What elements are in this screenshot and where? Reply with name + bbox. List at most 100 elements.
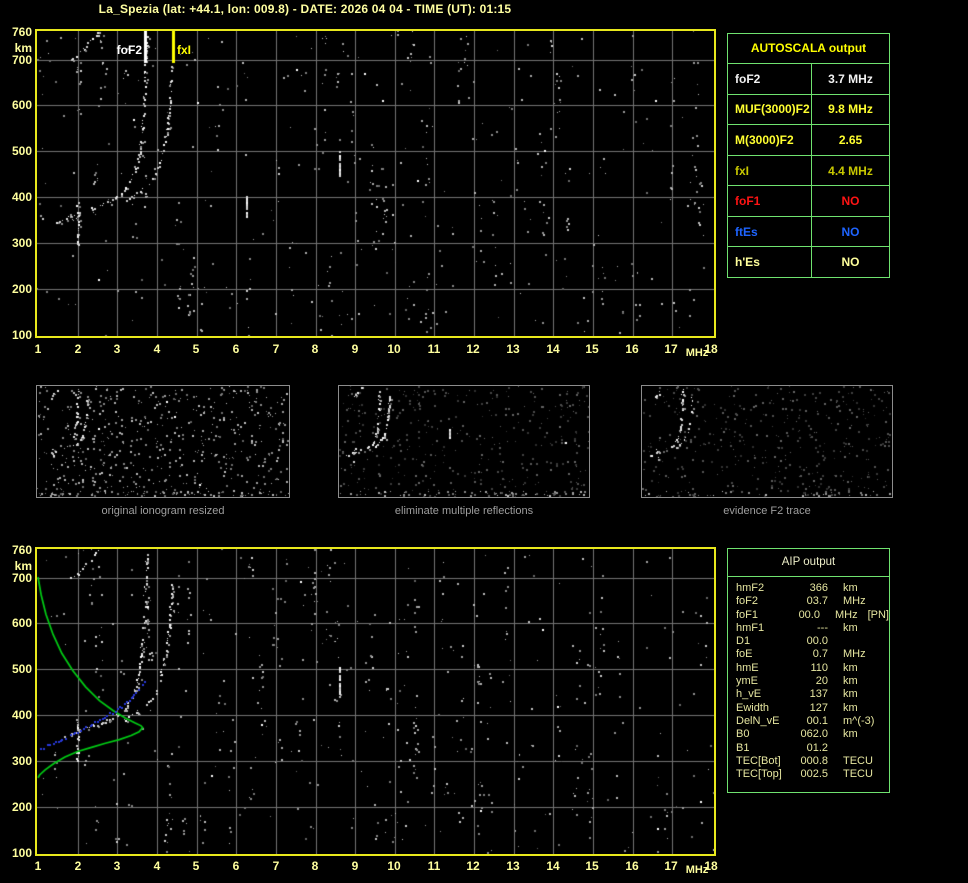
aip-label-hmF2: hmF2	[736, 582, 765, 594]
thumbnail-caption-1: original ionogram resized	[101, 505, 225, 517]
top-y-tick-500: 500	[11, 144, 32, 158]
aip-value-TEC[Bot]: 000.8	[800, 754, 828, 767]
aip-label-TEC[Bot]: TEC[Bot]	[736, 754, 781, 767]
bottom-ionogram-plot	[35, 547, 716, 856]
aip-label-hmE: hmE	[736, 661, 759, 674]
top-y-tick-700: 700	[11, 53, 32, 67]
bottom-y-tick-500: 500	[11, 662, 32, 676]
aip-label-B1: B1	[736, 741, 750, 754]
bottom-x-tick-14: 14	[546, 859, 560, 873]
bottom-x-axis-unit-label: MHz	[685, 864, 709, 876]
thumbnail-original-canvas	[37, 386, 289, 497]
aip-extra-foF1: [PN]	[867, 608, 889, 621]
autoscala-value-ftEs: NO	[841, 224, 860, 239]
top-ionogram-plot	[35, 29, 716, 338]
thumbnail-original-ionogram	[36, 385, 290, 498]
bottom-y-tick-700: 700	[11, 571, 32, 585]
top-y-axis-unit-label: km	[14, 41, 32, 55]
aip-value-ymE: 20	[815, 675, 828, 688]
bottom-y-tick-200: 200	[11, 800, 32, 814]
bottom-y-axis-unit-label: km	[14, 559, 32, 573]
aip-row-foE: foE 0.7 MHz	[728, 648, 889, 661]
aip-unit-TEC[Top]: TECU	[843, 768, 873, 781]
aip-unit-foF1: MHz	[834, 608, 858, 621]
autoscala-value-fxI: 4.4 MHz	[828, 163, 873, 178]
top-x-tick-12: 12	[466, 342, 480, 356]
bottom-y-tick-300: 300	[11, 754, 32, 768]
aip-label-D1: D1	[736, 635, 751, 648]
aip-label-B0: B0	[736, 728, 750, 741]
autoscala-value-foF2: 3.7 MHz	[828, 71, 873, 86]
aip-table-header: AIP output	[728, 549, 889, 577]
aip-row-ymE: ymE 20 km	[728, 675, 889, 688]
aip-value-hmF1: ---	[817, 621, 828, 634]
bottom-x-tick-10: 10	[387, 859, 401, 873]
thumbnail-eliminate-reflections	[338, 385, 590, 498]
top-y-tick-600: 600	[11, 98, 32, 112]
bottom-x-tick-15: 15	[585, 859, 599, 873]
autoscala-row-M(3000)F2: M(3000)F2 2.65	[728, 125, 889, 156]
aip-row-TEC[Bot]: TEC[Bot] 000.8 TECU	[728, 755, 889, 768]
autoscala-row-fxI: fxI 4.4 MHz	[728, 155, 889, 187]
autoscala-row-ftEs: ftEs NO	[728, 216, 889, 248]
bottom-x-tick-16: 16	[625, 859, 639, 873]
autoscala-label-foF1: foF1	[728, 186, 812, 216]
bottom-x-tick-11: 11	[427, 859, 441, 873]
top-x-tick-9: 9	[351, 342, 359, 356]
aip-value-Ewidth: 127	[809, 701, 828, 714]
aip-value-B1: 01.2	[806, 741, 828, 754]
autoscala-value-h'Es: NO	[841, 255, 860, 270]
aip-row-h_vE: h_vE 137 km	[728, 688, 889, 701]
autoscala-value-MUF(3000)F2: 9.8 MHz	[828, 102, 873, 117]
page-title: La_Spezia (lat: +44.1, lon: 009.8) - DAT…	[98, 2, 512, 16]
autoscala-label-fxI: fxI	[728, 155, 812, 186]
thumbnail-eliminate-canvas	[339, 386, 589, 497]
bottom-x-tick-2: 2	[74, 859, 82, 873]
top-x-tick-5: 5	[192, 342, 200, 356]
autoscala-output-table: AUTOSCALA output foF2 3.7 MHz MUF(3000)F2 9…	[727, 33, 890, 278]
top-x-tick-14: 14	[546, 342, 560, 356]
top-x-tick-15: 15	[585, 342, 599, 356]
aip-unit-B0: km	[843, 728, 858, 741]
bottom-x-tick-8: 8	[311, 859, 319, 873]
top-x-tick-17: 17	[664, 342, 678, 356]
top-x-tick-7: 7	[272, 342, 280, 356]
bottom-x-tick-9: 9	[351, 859, 359, 873]
top-y-tick-100: 100	[11, 328, 32, 342]
top-x-tick-1: 1	[34, 342, 42, 356]
bottom-x-tick-7: 7	[272, 859, 280, 873]
bottom-x-tick-3: 3	[113, 859, 121, 873]
aip-table-body: hmF2 366 km foF2 03.7 MHz foF1 00.0 MHz [PN] hmF1-…	[728, 577, 889, 781]
aip-unit-hmE: km	[843, 661, 858, 674]
top-x-tick-10: 10	[387, 342, 401, 356]
top-x-tick-13: 13	[506, 342, 520, 356]
aip-value-D1: 00.0	[806, 635, 828, 648]
autoscala-row-h'Es: h'Es NO	[728, 247, 889, 278]
aip-unit-Ewidth: km	[843, 701, 858, 714]
bottom-x-tick-5: 5	[192, 859, 200, 873]
autoscala-row-foF1: foF1 NO	[728, 186, 889, 217]
top-x-tick-2: 2	[74, 342, 82, 356]
aip-unit-ymE: km	[843, 675, 858, 688]
aip-row-hmE: hmE 110 km	[728, 662, 889, 675]
aip-unit-TEC[Bot]: TECU	[843, 754, 873, 767]
top-x-tick-4: 4	[153, 342, 161, 356]
aip-label-foE: foE	[736, 648, 753, 661]
aip-value-foE: 0.7	[812, 648, 828, 661]
aip-label-TEC[Top]: TEC[Top]	[736, 768, 782, 781]
aip-output-table: AIP output hmF2 366 km foF2 03.7 MHz foF1 00.0 M…	[727, 548, 890, 793]
aip-value-h_vE: 137	[809, 688, 828, 701]
autoscala-label-ftEs: ftEs	[728, 216, 812, 247]
aip-unit-hmF2: km	[843, 582, 858, 594]
autoscala-label-M(3000)F2: M(3000)F2	[728, 125, 812, 155]
aip-value-hmF2: 366	[809, 582, 828, 594]
bottom-x-tick-6: 6	[232, 859, 240, 873]
autoscala-label-MUF(3000)F2: MUF(3000)F2	[728, 94, 812, 125]
aip-row-Ewidth: Ewidth 127 km	[728, 702, 889, 715]
thumbnail-evidence-f2	[641, 385, 893, 498]
bottom-x-tick-12: 12	[466, 859, 480, 873]
aip-row-TEC[Top]: TEC[Top] 002.5 TECU	[728, 768, 889, 781]
aip-value-foF1: 00.0	[798, 608, 820, 621]
aip-unit-foE: MHz	[843, 648, 866, 661]
autoscala-row-foF2: foF2 3.7 MHz	[728, 64, 889, 95]
